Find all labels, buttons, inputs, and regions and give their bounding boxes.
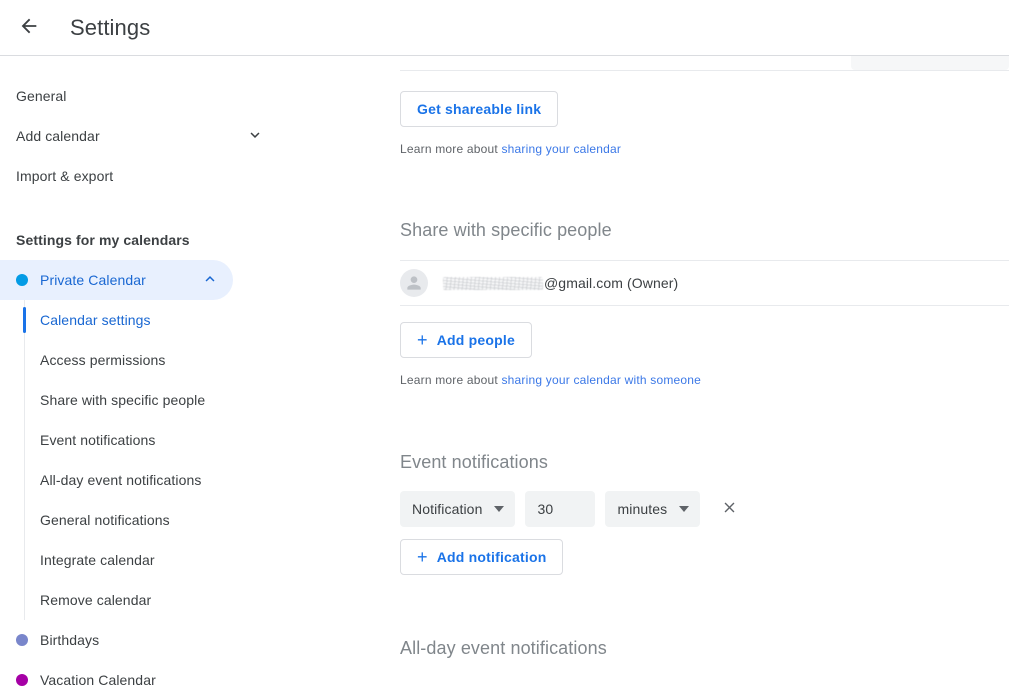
sidebar-calendar-birthdays[interactable]: Birthdays bbox=[0, 620, 233, 660]
sidebar-item-integrate-calendar[interactable]: Integrate calendar bbox=[0, 540, 280, 580]
notification-unit-value: minutes bbox=[617, 501, 668, 517]
chevron-down-icon bbox=[246, 126, 264, 147]
learn-more-sharing-text: Learn more about sharing your calendar bbox=[400, 142, 1009, 156]
sidebar-item-label: Integrate calendar bbox=[40, 552, 155, 568]
page-title: Settings bbox=[70, 14, 151, 40]
sidebar-item-access-permissions[interactable]: Access permissions bbox=[0, 340, 280, 380]
add-notification-button[interactable]: + Add notification bbox=[400, 539, 564, 575]
share-with-specific-people-heading: Share with specific people bbox=[400, 220, 612, 240]
add-people-button[interactable]: + Add people bbox=[400, 322, 532, 358]
sidebar-section-heading-my-calendars: Settings for my calendars bbox=[16, 232, 190, 248]
sidebar-item-label: Add calendar bbox=[16, 128, 100, 144]
sharing-your-calendar-link[interactable]: sharing your calendar bbox=[501, 142, 621, 156]
back-button[interactable] bbox=[9, 8, 49, 48]
remove-notification-button[interactable] bbox=[714, 494, 744, 524]
sidebar-calendar-vacation-calendar[interactable]: Vacation Calendar bbox=[0, 660, 233, 700]
sidebar-item-remove-calendar[interactable]: Remove calendar bbox=[0, 580, 280, 620]
person-avatar-icon bbox=[400, 269, 428, 297]
learn-more-prefix: Learn more about bbox=[400, 373, 502, 387]
sidebar-item-label: Import & export bbox=[16, 168, 114, 184]
chevron-up-icon[interactable] bbox=[201, 270, 219, 291]
calendar-color-dot bbox=[16, 634, 28, 646]
notification-type-select[interactable]: Notification bbox=[400, 491, 516, 527]
arrow-back-icon bbox=[18, 15, 40, 40]
sidebar-item-label: Share with specific people bbox=[40, 392, 206, 408]
sidebar-calendar-label: Birthdays bbox=[40, 632, 100, 648]
sidebar-item-general-notifications[interactable]: General notifications bbox=[0, 500, 280, 540]
sidebar-item-import-export[interactable]: Import & export bbox=[0, 156, 280, 196]
event-notification-row: Notification minutes bbox=[400, 491, 1009, 527]
caret-down-icon bbox=[494, 506, 505, 512]
sidebar-item-add-calendar[interactable]: Add calendar bbox=[0, 116, 280, 156]
redacted-username bbox=[443, 276, 543, 290]
sidebar-item-all-day-event-notifications[interactable]: All-day event notifications bbox=[0, 460, 280, 500]
add-people-label: Add people bbox=[436, 332, 515, 348]
sidebar-item-event-notifications[interactable]: Event notifications bbox=[0, 420, 280, 460]
sharing-your-calendar-with-someone-link[interactable]: sharing your calendar with someone bbox=[501, 373, 701, 387]
sidebar-item-share-with-specific-people[interactable]: Share with specific people bbox=[0, 380, 280, 420]
sidebar-item-general[interactable]: General bbox=[0, 76, 280, 116]
sidebar-calendar-label: Vacation Calendar bbox=[40, 672, 156, 688]
calendar-subnav: Calendar settings Access permissions Sha… bbox=[0, 300, 280, 620]
sidebar-item-calendar-settings[interactable]: Calendar settings bbox=[0, 300, 280, 340]
email-domain-text: @gmail.com (Owner) bbox=[544, 275, 679, 291]
sidebar-item-label: Event notifications bbox=[40, 432, 156, 448]
event-notifications-heading: Event notifications bbox=[400, 452, 548, 472]
get-shareable-link-button[interactable]: Get shareable link bbox=[400, 91, 559, 127]
sidebar-item-label: All-day event notifications bbox=[40, 472, 202, 488]
sidebar-calendar-label: Private Calendar bbox=[40, 272, 146, 288]
section-divider bbox=[400, 70, 1009, 71]
plus-icon: + bbox=[417, 547, 428, 567]
sidebar-item-label: General bbox=[16, 88, 67, 104]
notification-amount-input[interactable] bbox=[525, 491, 596, 527]
shared-person-email: @gmail.com (Owner) bbox=[443, 275, 678, 291]
settings-content-panel: Get shareable link Learn more about shar… bbox=[280, 56, 1009, 700]
learn-more-sharing-someone-text: Learn more about sharing your calendar w… bbox=[400, 373, 1009, 387]
sidebar-item-label: Calendar settings bbox=[40, 312, 151, 328]
notification-type-value: Notification bbox=[412, 501, 483, 517]
add-notification-label: Add notification bbox=[436, 549, 547, 565]
notification-unit-select[interactable]: minutes bbox=[605, 491, 701, 527]
learn-more-prefix: Learn more about bbox=[400, 142, 502, 156]
sidebar-item-label: General notifications bbox=[40, 512, 170, 528]
shared-person-row[interactable]: @gmail.com (Owner) bbox=[400, 261, 1009, 305]
sidebar-item-label: Remove calendar bbox=[40, 592, 152, 608]
caret-down-icon bbox=[679, 506, 690, 512]
close-icon bbox=[721, 499, 738, 519]
calendar-color-dot bbox=[16, 274, 28, 286]
calendar-color-dot bbox=[16, 674, 28, 686]
sidebar-calendar-private-calendar[interactable]: Private Calendar bbox=[0, 260, 233, 300]
people-list-bottom-divider bbox=[400, 305, 1009, 306]
calendar-group-private-calendar: Private Calendar Calendar settings Acces… bbox=[0, 260, 280, 620]
sidebar-item-label: Access permissions bbox=[40, 352, 166, 368]
settings-sidebar: General Add calendar Import & export Set… bbox=[0, 56, 280, 700]
app-header: Settings bbox=[0, 0, 1009, 56]
plus-icon: + bbox=[417, 330, 428, 350]
all-day-event-notifications-heading: All-day event notifications bbox=[400, 638, 607, 658]
